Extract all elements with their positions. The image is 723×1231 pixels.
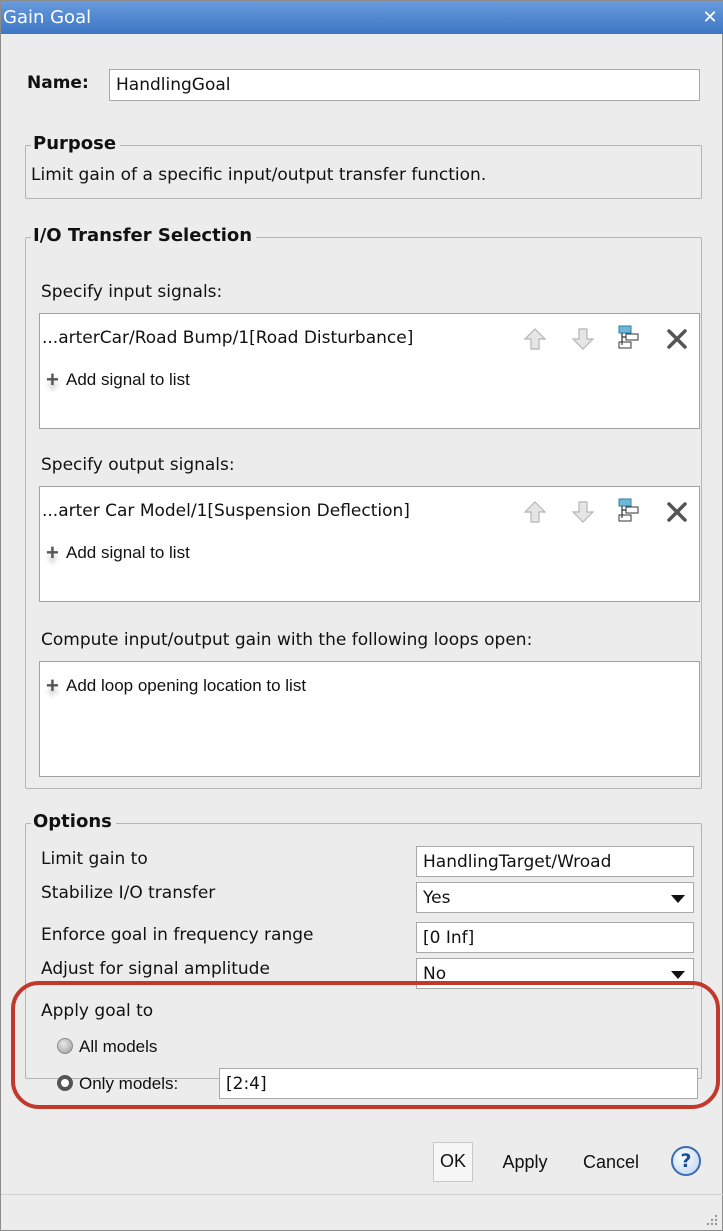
gain-goal-dialog: Gain Goal ✕ Name: HandlingGoal Purpose L… — [0, 0, 723, 1231]
only-models-radio[interactable]: Only models: — [57, 1074, 178, 1094]
close-icon[interactable]: ✕ — [700, 1, 720, 34]
arrow-up-icon[interactable] — [522, 499, 548, 525]
apply-goal-label: Apply goal to — [41, 1001, 154, 1021]
highlight-model-icon[interactable] — [616, 497, 642, 523]
add-input-signal-button[interactable]: + Add signal to list — [46, 367, 190, 392]
chevron-down-icon — [671, 971, 685, 979]
frequency-range-label: Enforce goal in frequency range — [41, 925, 314, 945]
arrow-down-icon[interactable] — [570, 326, 596, 352]
purpose-legend: Purpose — [31, 132, 121, 156]
radio-unselected-icon — [57, 1038, 73, 1054]
purpose-text: Limit gain of a specific input/output tr… — [31, 165, 487, 185]
help-icon[interactable]: ? — [671, 1146, 701, 1176]
arrow-down-icon[interactable] — [570, 499, 596, 525]
add-output-signal-label: Add signal to list — [66, 543, 190, 562]
options-legend: Options — [31, 810, 116, 834]
loop-openings-list: + Add loop opening location to list — [39, 661, 700, 777]
ok-button[interactable]: OK — [433, 1142, 473, 1182]
add-loop-opening-button[interactable]: + Add loop opening location to list — [46, 673, 307, 698]
delete-x-icon[interactable] — [664, 499, 690, 525]
signal-amplitude-dropdown[interactable]: No — [416, 958, 694, 989]
radio-selected-icon — [57, 1075, 73, 1091]
signal-amplitude-value: No — [423, 964, 447, 984]
plus-icon: + — [46, 540, 59, 565]
add-output-signal-button[interactable]: + Add signal to list — [46, 540, 190, 565]
name-label: Name: — [27, 73, 89, 93]
frequency-range-input[interactable]: [0 Inf] — [416, 922, 694, 953]
chevron-down-icon — [671, 895, 685, 903]
only-models-input[interactable]: [2:4] — [219, 1068, 698, 1099]
io-transfer-legend: I/O Transfer Selection — [31, 224, 257, 248]
plus-icon: + — [46, 367, 59, 392]
add-input-signal-label: Add signal to list — [66, 370, 190, 389]
all-models-radio[interactable]: All models — [57, 1037, 157, 1057]
only-models-label: Only models: — [79, 1074, 179, 1093]
name-input[interactable]: HandlingGoal — [109, 69, 700, 101]
delete-x-icon[interactable] — [664, 326, 690, 352]
output-signals-label: Specify output signals: — [41, 455, 235, 475]
title-bar: Gain Goal ✕ — [1, 1, 723, 34]
output-signals-list: ...arter Car Model/1[Suspension Deflecti… — [39, 486, 700, 602]
apply-button[interactable]: Apply — [491, 1144, 559, 1180]
stabilize-value: Yes — [423, 888, 451, 908]
all-models-label: All models — [79, 1037, 158, 1056]
window-title: Gain Goal — [3, 7, 92, 28]
signal-amplitude-label: Adjust for signal amplitude — [41, 959, 270, 979]
arrow-up-icon[interactable] — [522, 326, 548, 352]
stabilize-label: Stabilize I/O transfer — [41, 883, 216, 903]
add-loop-opening-label: Add loop opening location to list — [66, 676, 307, 695]
input-signals-list: ...arterCar/Road Bump/1[Road Disturbance… — [39, 313, 700, 429]
highlight-model-icon[interactable] — [616, 324, 642, 350]
plus-icon: + — [46, 673, 59, 698]
stabilize-dropdown[interactable]: Yes — [416, 882, 694, 913]
status-bar-divider — [1, 1194, 723, 1195]
cancel-button[interactable]: Cancel — [573, 1144, 649, 1180]
output-signal-item[interactable]: ...arter Car Model/1[Suspension Deflecti… — [42, 501, 410, 521]
resize-grip-icon[interactable] — [704, 1212, 718, 1226]
limit-gain-label: Limit gain to — [41, 849, 148, 869]
limit-gain-input[interactable]: HandlingTarget/Wroad — [416, 846, 694, 877]
input-signals-label: Specify input signals: — [41, 282, 223, 302]
input-signal-item[interactable]: ...arterCar/Road Bump/1[Road Disturbance… — [42, 328, 413, 348]
loops-open-label: Compute input/output gain with the follo… — [41, 630, 533, 650]
